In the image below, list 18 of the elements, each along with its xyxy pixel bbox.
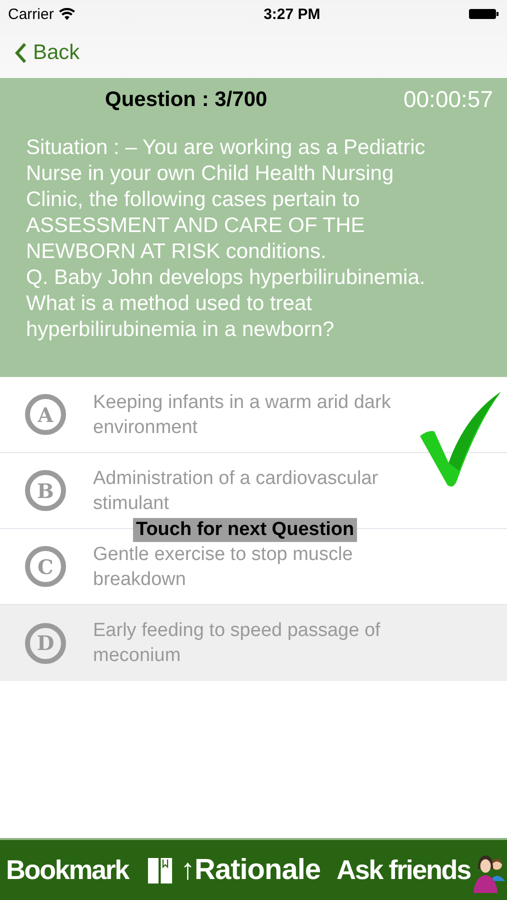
letter-badge: A <box>25 394 66 435</box>
answer-option[interactable]: D Early feeding to speed passage of meconium <box>0 605 507 681</box>
battery-icon <box>468 8 499 20</box>
bookmark-button[interactable]: Bookmark <box>6 854 128 886</box>
next-question-toast[interactable]: Touch for next Question <box>133 518 358 542</box>
ask-friends-button[interactable]: Ask friends <box>336 854 470 886</box>
wifi-icon <box>58 8 75 20</box>
letter-badge: C <box>25 546 66 587</box>
letter-badge: D <box>25 622 66 664</box>
question-text: Situation : – You are working as a Pediatric Nurse in your own Child Health Nursing Clinic, the following cases pertain to ASSESSMENT AND CARE OF THE NEWBORN AT RISK conditions. Q. Baby John develops hyperbilirubinemia. What is a method used to treat hyperbilirubinemia in a newborn? <box>26 135 426 343</box>
question-counter: Question : 3/700 <box>105 88 268 112</box>
letter-badge: B <box>25 470 66 511</box>
clock: 3:27 PM <box>264 6 320 22</box>
back-button[interactable]: Back <box>14 41 80 65</box>
timer: 00:00:57 <box>403 86 493 113</box>
chevron-icon <box>14 42 27 64</box>
carrier-label: Carrier <box>8 6 54 22</box>
rationale-button[interactable]: ↑Rationale <box>180 854 321 886</box>
